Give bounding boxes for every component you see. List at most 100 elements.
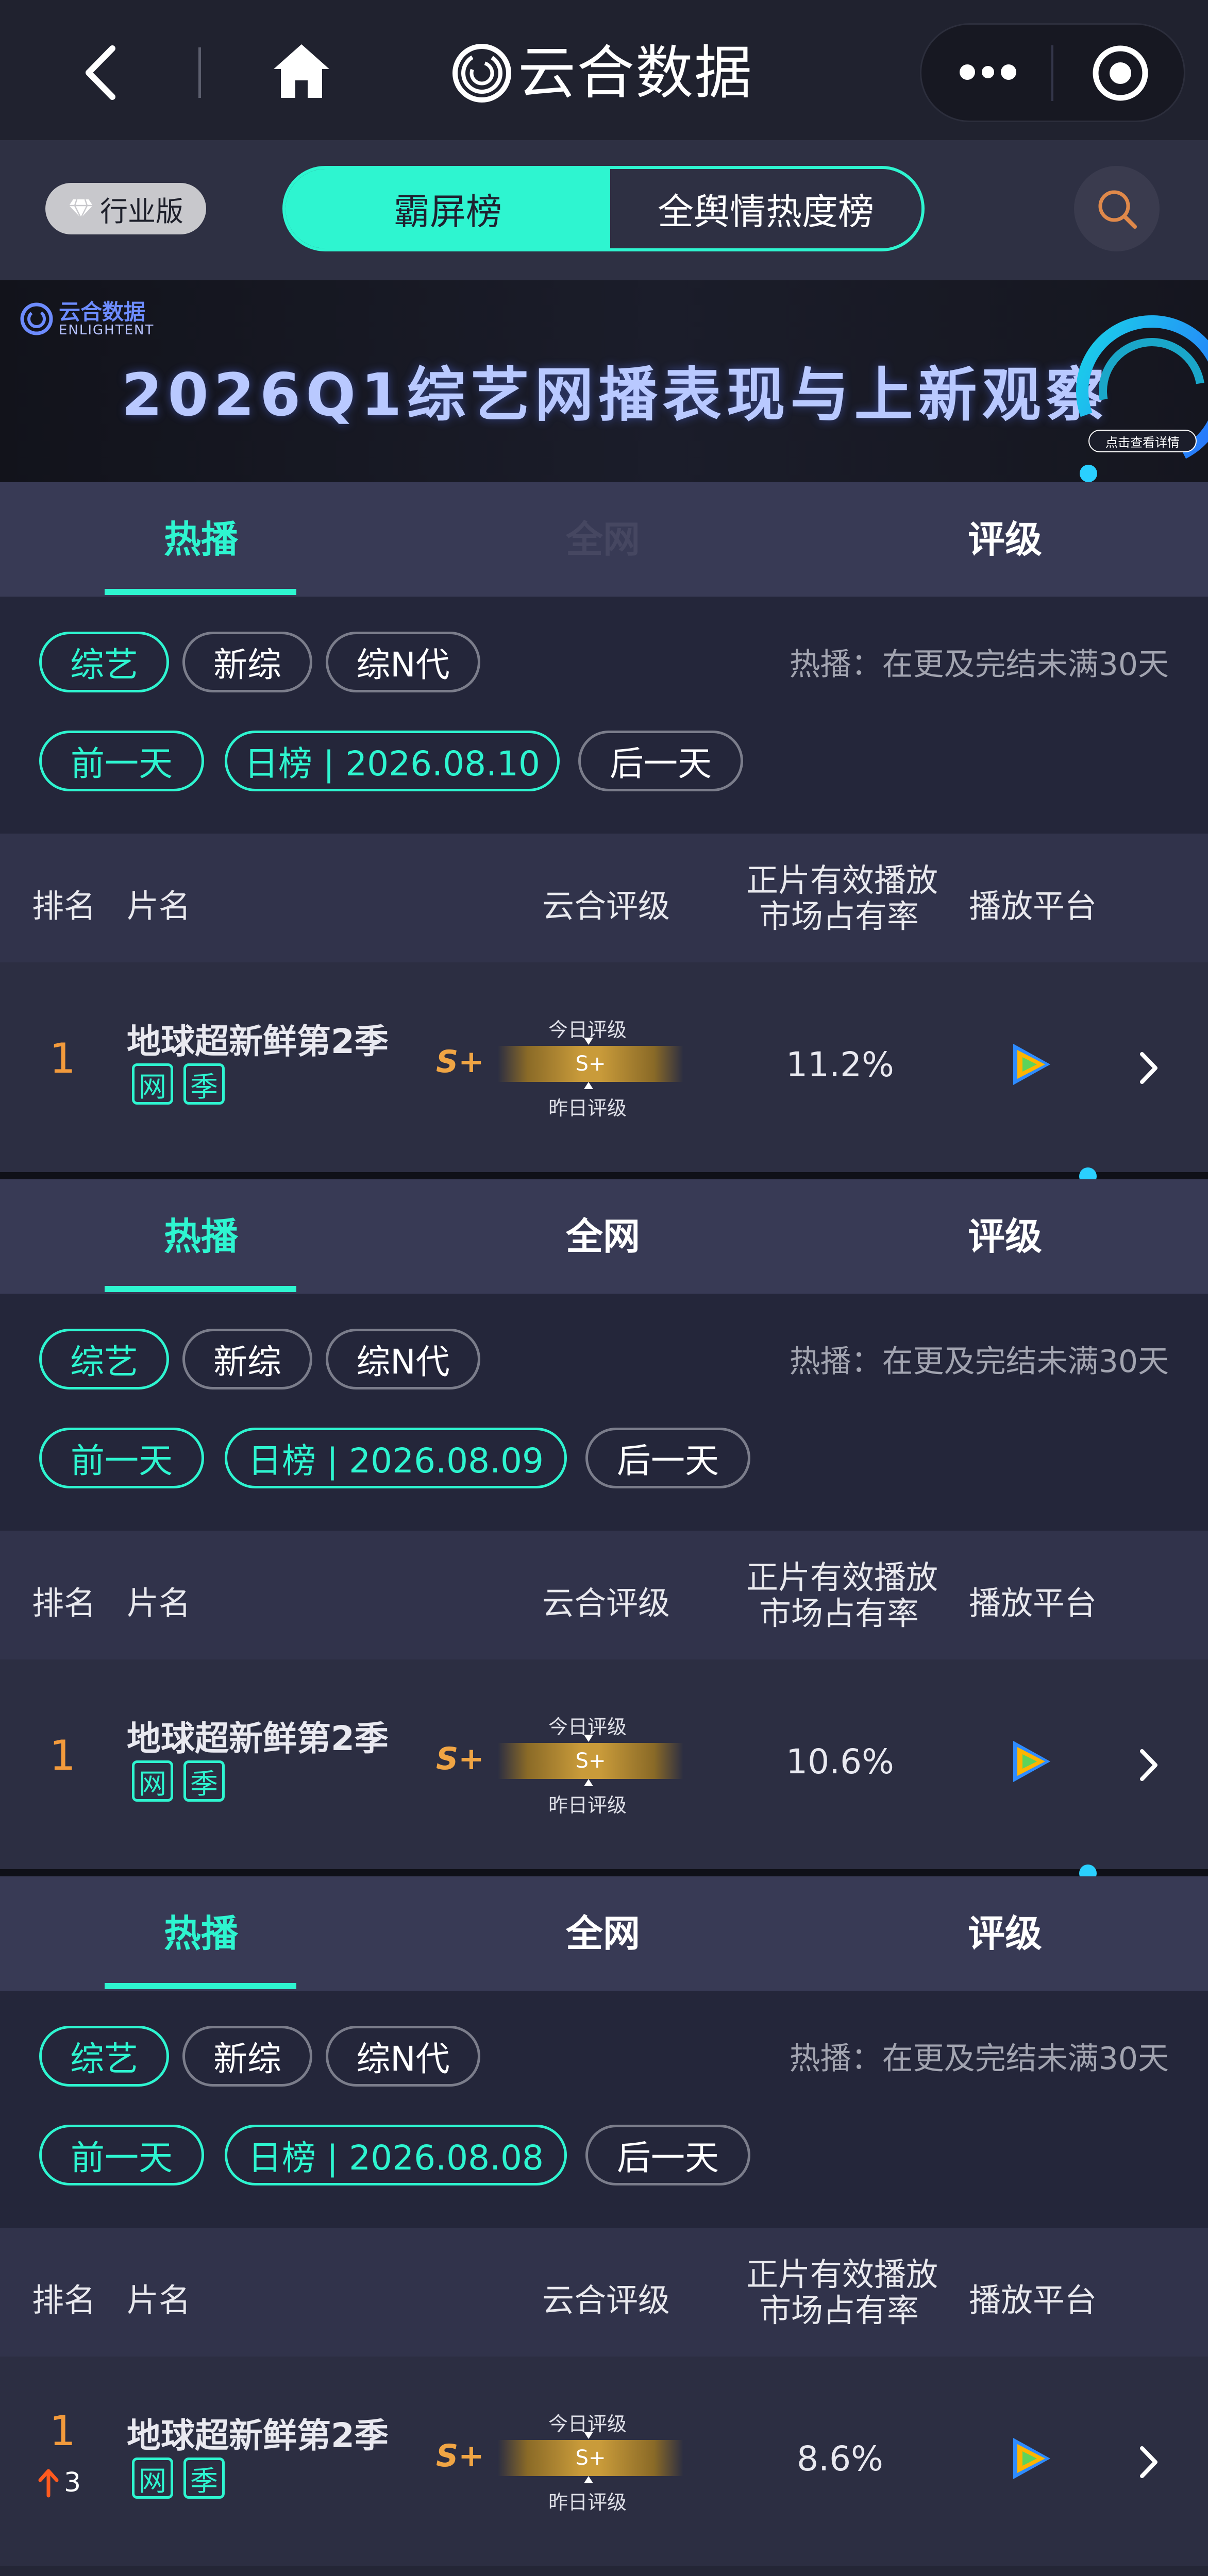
header-share-line2: 市场占有率 bbox=[759, 2292, 919, 2329]
banner-indicator-dot bbox=[1080, 465, 1097, 482]
arrow-up-icon bbox=[38, 2469, 59, 2498]
home-icon[interactable] bbox=[271, 40, 332, 102]
prev-day-button[interactable]: 前一天 bbox=[39, 1428, 204, 1488]
section-tabs: 热播 全网 评级 bbox=[0, 1179, 1208, 1294]
segment-overall-board[interactable]: 霸屏榜 bbox=[286, 169, 610, 248]
yesterday-rating-marker bbox=[584, 1082, 593, 1089]
filter-new-variety[interactable]: 新综 bbox=[182, 1329, 312, 1389]
date-picker[interactable]: 日榜 | 2026.08.09 bbox=[225, 1428, 567, 1488]
next-day-button[interactable]: 后一天 bbox=[585, 1428, 750, 1488]
prev-day-button[interactable]: 前一天 bbox=[39, 2125, 204, 2185]
tag-web: 网 bbox=[132, 2458, 173, 2499]
tab-hot[interactable]: 热播 bbox=[72, 1876, 330, 1991]
chevron-right-icon[interactable] bbox=[1136, 1747, 1162, 1783]
more-dots-icon[interactable] bbox=[956, 58, 1020, 87]
section-filters bbox=[0, 1991, 1208, 2228]
search-icon bbox=[1098, 190, 1137, 229]
ranking-section-3: 热播 全网 评级 综艺 新综 综N代 热播：在更及完结未满30天 前一天 日榜 … bbox=[0, 1876, 1208, 2573]
row-grade: S+ bbox=[436, 2438, 484, 2474]
board-segmented-control: 霸屏榜 全舆情热度榜 bbox=[282, 166, 925, 251]
prev-day-button[interactable]: 前一天 bbox=[39, 731, 204, 791]
row-rank: 1 bbox=[49, 2407, 76, 2455]
table-row[interactable]: 1 地球超新鲜第2季 网 季 S+ 今日评级 S+ 昨日评级 10.6% bbox=[0, 1659, 1208, 1869]
tab-all-network[interactable]: 全网 bbox=[474, 1179, 732, 1294]
header-title: 片名 bbox=[127, 2281, 191, 2319]
date-picker[interactable]: 日榜 | 2026.08.08 bbox=[225, 2125, 567, 2185]
active-tab-underline bbox=[105, 589, 296, 595]
tag-season: 季 bbox=[183, 2458, 225, 2499]
filter-variety[interactable]: 综艺 bbox=[39, 632, 169, 692]
table-header: 排名 片名 云合评级 正片有效播放 市场占有率 播放平台 bbox=[0, 1531, 1208, 1659]
section-divider bbox=[0, 1869, 1208, 1876]
row-grade: S+ bbox=[436, 1741, 484, 1777]
table-row[interactable]: 1 3 地球超新鲜第2季 网 季 S+ 今日评级 S+ 昨日评级 8.6% bbox=[0, 2357, 1208, 2566]
filter-variety[interactable]: 综艺 bbox=[39, 1329, 169, 1389]
filter-variety-sequel[interactable]: 综N代 bbox=[326, 632, 480, 692]
table-header: 排名 片名 云合评级 正片有效播放 市场占有率 播放平台 bbox=[0, 834, 1208, 962]
row-market-share: 11.2% bbox=[786, 1045, 894, 1084]
table-row[interactable]: 1 地球超新鲜第2季 网 季 S+ 今日评级 S+ 昨日评级 11.2% bbox=[0, 962, 1208, 1172]
yunhe-logo-icon bbox=[20, 302, 53, 335]
row-rank: 1 bbox=[49, 1035, 76, 1082]
nav-divider bbox=[198, 47, 201, 98]
tab-all-network[interactable]: 全网 bbox=[474, 482, 732, 597]
yesterday-rating-marker bbox=[584, 1779, 593, 1786]
today-rating-marker bbox=[584, 1735, 593, 1742]
row-market-share: 10.6% bbox=[786, 1742, 894, 1782]
chevron-left-icon[interactable] bbox=[77, 44, 124, 101]
banner-detail-button[interactable]: 点击查看详情 bbox=[1088, 430, 1197, 452]
section-divider bbox=[0, 1172, 1208, 1179]
tencent-video-icon bbox=[1013, 2438, 1050, 2479]
tag-web: 网 bbox=[132, 1760, 173, 1802]
header-share: 正片有效播放 市场占有率 bbox=[746, 862, 938, 935]
header-rank: 排名 bbox=[32, 1584, 96, 1622]
table-header: 排名 片名 云合评级 正片有效播放 市场占有率 播放平台 bbox=[0, 2228, 1208, 2357]
edition-badge[interactable]: 行业版 bbox=[45, 183, 206, 234]
filter-new-variety[interactable]: 新综 bbox=[182, 632, 312, 692]
tencent-video-icon bbox=[1013, 1044, 1050, 1085]
tab-rating[interactable]: 评级 bbox=[876, 482, 1134, 597]
row-title: 地球超新鲜第2季 bbox=[127, 2416, 389, 2455]
date-picker[interactable]: 日榜 | 2026.08.10 bbox=[225, 731, 560, 791]
rank-change-value: 3 bbox=[64, 2467, 81, 2498]
filter-variety-sequel[interactable]: 综N代 bbox=[326, 2026, 480, 2087]
row-title: 地球超新鲜第2季 bbox=[127, 1022, 389, 1061]
promo-banner[interactable]: 云合数据 ENLIGHTENT 2026Q1综艺网播表现与上新观察 点击查看详情 bbox=[0, 280, 1208, 482]
edition-label: 行业版 bbox=[100, 195, 183, 228]
tab-rating[interactable]: 评级 bbox=[876, 1876, 1134, 1991]
target-circle-icon[interactable] bbox=[1090, 43, 1151, 104]
header-share-line1: 正片有效播放 bbox=[746, 1558, 938, 1596]
tencent-video-icon bbox=[1013, 1741, 1050, 1782]
banner-brand-sub: ENLIGHTENT bbox=[59, 323, 155, 338]
tab-rating[interactable]: 评级 bbox=[876, 1179, 1134, 1294]
row-market-share: 8.6% bbox=[797, 2439, 883, 2479]
rating-bar: S+ bbox=[498, 1743, 683, 1779]
chevron-right-icon[interactable] bbox=[1136, 1050, 1162, 1086]
header-title: 片名 bbox=[127, 887, 191, 925]
header-platform: 播放平台 bbox=[969, 887, 1097, 925]
section-tabs: 热播 全网 评级 bbox=[0, 1876, 1208, 1991]
filter-variety-sequel[interactable]: 综N代 bbox=[326, 1329, 480, 1389]
tab-hot[interactable]: 热播 bbox=[72, 482, 330, 597]
next-day-button[interactable]: 后一天 bbox=[585, 2125, 750, 2185]
next-day-button[interactable]: 后一天 bbox=[578, 731, 743, 791]
active-tab-underline bbox=[105, 1286, 296, 1292]
tab-hot[interactable]: 热播 bbox=[72, 1179, 330, 1294]
search-button[interactable] bbox=[1074, 166, 1160, 251]
tab-all-network[interactable]: 全网 bbox=[474, 1876, 732, 1991]
rating-bar: S+ bbox=[498, 2440, 683, 2476]
capsule-divider bbox=[1051, 45, 1053, 101]
section-tabs: 热播 全网 评级 bbox=[0, 482, 1208, 597]
app-title: 云合数据 bbox=[518, 40, 753, 107]
segment-sentiment-board[interactable]: 全舆情热度榜 bbox=[610, 169, 921, 248]
chevron-right-icon[interactable] bbox=[1136, 2444, 1162, 2480]
banner-brand-logo: 云合数据 ENLIGHTENT bbox=[20, 301, 154, 337]
header-share: 正片有效播放 市场占有率 bbox=[746, 2257, 938, 2329]
filter-variety[interactable]: 综艺 bbox=[39, 2026, 169, 2087]
row-grade: S+ bbox=[436, 1044, 484, 1080]
header-platform: 播放平台 bbox=[969, 1584, 1097, 1622]
filter-new-variety[interactable]: 新综 bbox=[182, 2026, 312, 2087]
active-tab-underline bbox=[105, 1983, 296, 1989]
header-rating: 云合评级 bbox=[542, 2281, 670, 2319]
banner-brand-name: 云合数据 bbox=[59, 299, 146, 325]
